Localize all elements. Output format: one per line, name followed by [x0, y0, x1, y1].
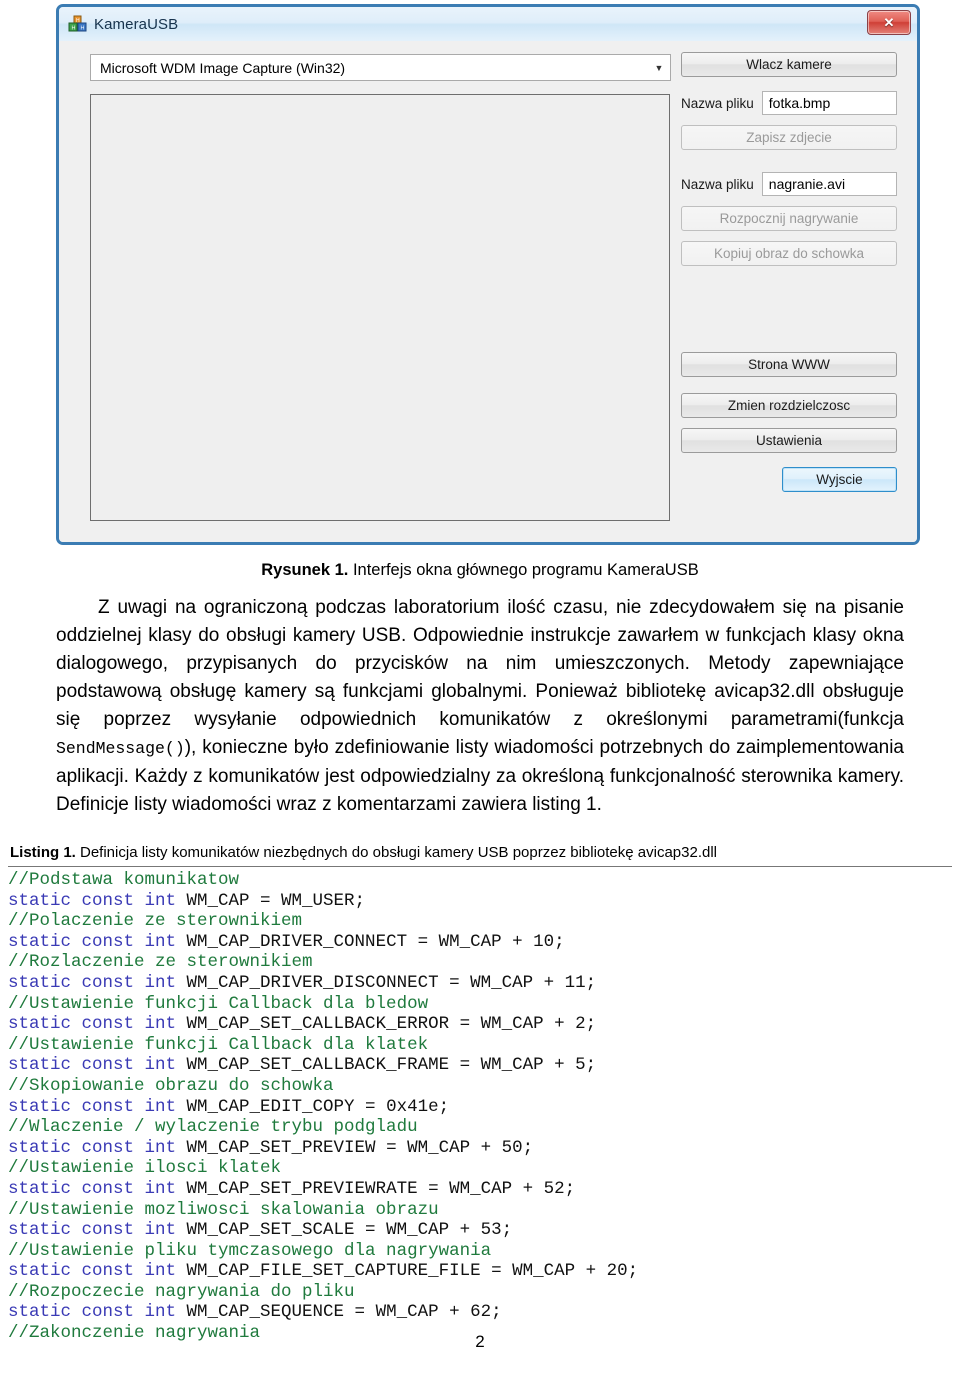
window-client-area: Microsoft WDM Image Capture (Win32) ▼ Wl…	[59, 41, 917, 542]
code-line: //Polaczenie ze sterownikiem	[8, 911, 952, 932]
code-line: //Ustawienie mozliwosci skalowania obraz…	[8, 1200, 952, 1221]
code-keyword: static const int	[8, 1055, 177, 1076]
code-comment: //Ustawienie pliku tymczasowego dla nagr…	[8, 1240, 492, 1261]
code-line: static const int WM_CAP_SET_PREVIEWRATE …	[8, 1179, 952, 1200]
code-identifier: WM_CAP_DRIVER_DISCONNECT = WM_CAP + 11;	[176, 972, 597, 993]
change-resolution-button[interactable]: Zmien rozdzielczosc	[681, 393, 897, 418]
code-comment: //Polaczenie ze sterownikiem	[8, 911, 303, 932]
code-comment: //Rozlaczenie ze sterownikiem	[8, 952, 313, 973]
code-line: //Ustawienie ilosci klatek	[8, 1158, 952, 1179]
code-identifier: WM_CAP_SET_CALLBACK_FRAME = WM_CAP + 5;	[176, 1055, 597, 1076]
code-listing: //Podstawa komunikatow static const int W…	[8, 866, 952, 1344]
camera-grid-icon: H H H	[68, 15, 87, 34]
code-comment: //Skopiowanie obrazu do schowka	[8, 1075, 334, 1096]
figure-caption-label: Rysunek 1.	[261, 561, 349, 579]
video-filename-label: Nazwa pliku	[681, 176, 754, 192]
code-line: //Wlaczenie / wylaczenie trybu podgladu	[8, 1117, 952, 1138]
code-comment: //Ustawienie funkcji Callback dla klatek	[8, 1034, 429, 1055]
code-line: //Rozlaczenie ze sterownikiem	[8, 952, 952, 973]
code-line: static const int WM_CAP_DRIVER_CONNECT =…	[8, 932, 952, 953]
code-identifier: WM_CAP_FILE_SET_CAPTURE_FILE = WM_CAP + …	[176, 1261, 639, 1282]
close-icon: ✕	[883, 15, 895, 30]
code-identifier: WM_CAP_SET_PREVIEWRATE = WM_CAP + 52;	[176, 1178, 576, 1199]
code-comment: //Wlaczenie / wylaczenie trybu podgladu	[8, 1117, 418, 1138]
copy-to-clipboard-button[interactable]: Kopiuj obraz do schowka	[681, 241, 897, 266]
inline-code-sendmessage: SendMessage()	[56, 739, 185, 758]
body-paragraph: Z uwagi na ograniczoną podczas laborator…	[56, 594, 904, 819]
code-line: //Rozpoczecie nagrywania do pliku	[8, 1282, 952, 1303]
start-recording-button[interactable]: Rozpocznij nagrywanie	[681, 206, 897, 231]
photo-filename-label: Nazwa pliku	[681, 95, 754, 111]
code-keyword: static const int	[8, 1302, 177, 1323]
code-comment: //Podstawa komunikatow	[8, 870, 240, 890]
start-camera-button[interactable]: Wlacz kamere	[681, 52, 897, 77]
page-number: 2	[475, 1332, 485, 1351]
code-line: static const int WM_CAP_FILE_SET_CAPTURE…	[8, 1261, 952, 1282]
figure-caption-text: Interfejs okna głównego programu KameraU…	[348, 561, 699, 579]
code-line: //Ustawienie funkcji Callback dla klatek	[8, 1035, 952, 1056]
code-line: static const int WM_CAP_SET_CALLBACK_FRA…	[8, 1055, 952, 1076]
code-keyword: static const int	[8, 1137, 177, 1158]
code-keyword: static const int	[8, 1220, 177, 1241]
listing-caption-label: Listing 1.	[10, 844, 76, 861]
save-photo-button[interactable]: Zapisz zdjecie	[681, 125, 897, 150]
chevron-down-icon[interactable]: ▼	[648, 63, 670, 73]
code-keyword: static const int	[8, 931, 177, 952]
photo-filename-input[interactable]: fotka.bmp	[761, 91, 897, 115]
code-identifier: WM_CAP_SET_CALLBACK_ERROR = WM_CAP + 2;	[176, 1014, 597, 1035]
code-comment: //Rozpoczecie nagrywania do pliku	[8, 1281, 355, 1302]
photo-filename-row: Nazwa pliku fotka.bmp	[681, 91, 897, 115]
code-line: //Podstawa komunikatow	[8, 870, 952, 891]
device-select[interactable]: Microsoft WDM Image Capture (Win32) ▼	[90, 54, 671, 81]
title-bar[interactable]: H H H KameraUSB ✕	[59, 7, 917, 42]
code-line: static const int WM_CAP_SET_SCALE = WM_C…	[8, 1220, 952, 1241]
code-identifier: WM_CAP = WM_USER;	[176, 890, 366, 911]
settings-button[interactable]: Ustawienia	[681, 428, 897, 453]
window-frame: H H H KameraUSB ✕ Microsoft WDM Image Ca…	[56, 4, 920, 545]
code-line: static const int WM_CAP_DRIVER_DISCONNEC…	[8, 973, 952, 994]
code-keyword: static const int	[8, 1261, 177, 1282]
listing-caption-text: Definicja listy komunikatów niezbędnych …	[75, 844, 718, 861]
www-page-button[interactable]: Strona WWW	[681, 352, 897, 377]
code-comment: //Ustawienie funkcji Callback dla bledow	[8, 993, 429, 1014]
camera-preview-area[interactable]	[90, 94, 670, 521]
device-select-value: Microsoft WDM Image Capture (Win32)	[100, 59, 346, 76]
code-line: //Ustawienie pliku tymczasowego dla nagr…	[8, 1241, 952, 1262]
code-keyword: static const int	[8, 972, 177, 993]
code-keyword: static const int	[8, 890, 177, 911]
code-comment: //Ustawienie ilosci klatek	[8, 1158, 282, 1179]
code-line: static const int WM_CAP_SET_PREVIEW = WM…	[8, 1138, 952, 1159]
code-keyword: static const int	[8, 1014, 177, 1035]
figure-caption: Rysunek 1. Interfejs okna głównego progr…	[0, 561, 960, 580]
paragraph-text-part1: Z uwagi na ograniczoną podczas laborator…	[56, 597, 904, 730]
close-button[interactable]: ✕	[867, 10, 911, 35]
window-title: KameraUSB	[94, 15, 179, 33]
listing-caption: Listing 1. Definicja listy komunikatów n…	[10, 843, 950, 863]
code-line: static const int WM_CAP_SEQUENCE = WM_CA…	[8, 1302, 952, 1323]
code-line: static const int WM_CAP_SET_CALLBACK_ERR…	[8, 1014, 952, 1035]
code-line: static const int WM_CAP = WM_USER;	[8, 891, 952, 912]
kamerausb-window: H H H KameraUSB ✕ Microsoft WDM Image Ca…	[56, 4, 920, 545]
code-identifier: WM_CAP_SET_PREVIEW = WM_CAP + 50;	[176, 1137, 534, 1158]
code-identifier: WM_CAP_SEQUENCE = WM_CAP + 62;	[176, 1302, 502, 1323]
code-keyword: static const int	[8, 1096, 177, 1117]
svg-text:H: H	[72, 25, 76, 31]
code-identifier: WM_CAP_EDIT_COPY = 0x41e;	[176, 1096, 450, 1117]
code-identifier: WM_CAP_DRIVER_CONNECT = WM_CAP + 10;	[176, 931, 565, 952]
code-line: static const int WM_CAP_EDIT_COPY = 0x41…	[8, 1097, 952, 1118]
right-controls-column: Wlacz kamere Nazwa pliku fotka.bmp Zapis…	[681, 52, 899, 492]
video-filename-row: Nazwa pliku nagranie.avi	[681, 172, 897, 196]
document-body: Rysunek 1. Interfejs okna głównego progr…	[0, 545, 960, 1344]
code-line: //Skopiowanie obrazu do schowka	[8, 1076, 952, 1097]
exit-button[interactable]: Wyjscie	[782, 467, 897, 492]
svg-text:H: H	[81, 25, 85, 31]
code-comment: //Ustawienie mozliwosci skalowania obraz…	[8, 1199, 439, 1220]
code-line: //Ustawienie funkcji Callback dla bledow	[8, 994, 952, 1015]
video-filename-input[interactable]: nagranie.avi	[761, 172, 897, 196]
code-keyword: static const int	[8, 1178, 177, 1199]
svg-text:H: H	[76, 18, 80, 24]
code-identifier: WM_CAP_SET_SCALE = WM_CAP + 53;	[176, 1220, 513, 1241]
